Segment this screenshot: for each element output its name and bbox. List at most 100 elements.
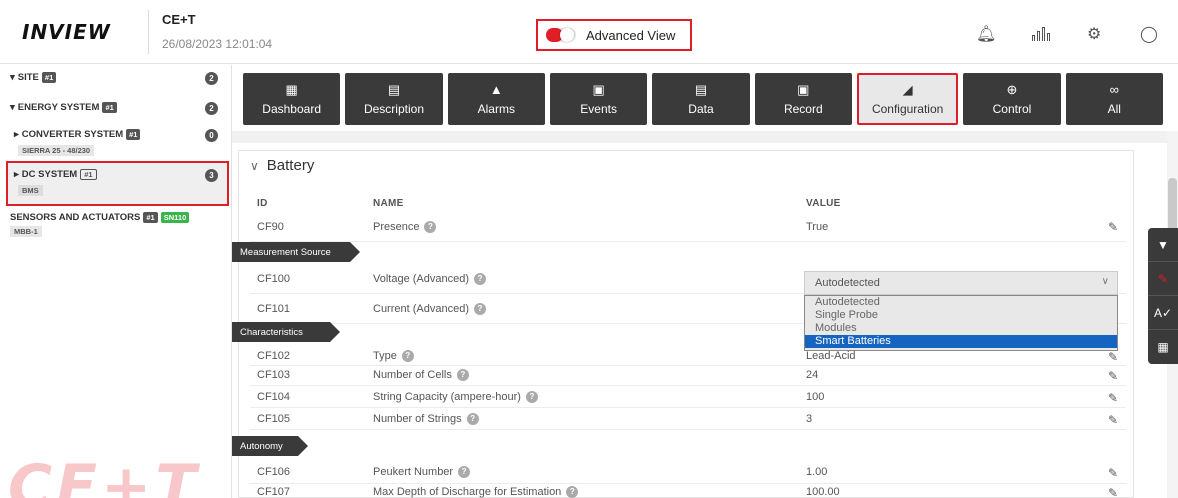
voltage-source-select[interactable]: Autodetected ∨ (804, 271, 1118, 295)
pencil-icon[interactable]: ✎ (1108, 391, 1118, 405)
pencil-icon[interactable]: ✎ (1108, 350, 1118, 364)
help-icon[interactable]: ? (474, 303, 486, 315)
spellcheck-icon[interactable]: A✓ (1148, 296, 1178, 330)
row-value: 24 (806, 369, 819, 381)
help-icon[interactable]: ? (458, 466, 471, 478)
help-icon[interactable]: ? (474, 273, 487, 285)
tree-item-sensors[interactable]: SENSORS AND ACTUATORS #1 SN110 (10, 212, 190, 223)
table-row: CF104 String Capacity (ampere-hour)? 100… (250, 388, 1126, 408)
grid-icon[interactable]: ▦ (1148, 330, 1178, 364)
tab-data[interactable]: ▤ Data (652, 73, 750, 125)
row-value: 100.00 (806, 486, 840, 498)
document-icon: ▤ (387, 81, 401, 97)
tree-label: CONVERTER SYSTEM (21, 129, 124, 140)
chevron-down-icon: ∨ (250, 158, 259, 173)
infinity-icon: ∞ (1109, 81, 1119, 97)
toggle-switch[interactable] (546, 28, 576, 42)
pencil-icon[interactable]: ✎ (1108, 466, 1118, 480)
row-value: Lead-Acid (806, 350, 856, 362)
section-title: Battery (266, 157, 315, 174)
row-id: CF100 (257, 273, 291, 285)
row-value: True (806, 221, 829, 233)
tab-events[interactable]: ▣ Events (549, 73, 648, 125)
row-id: CF104 (257, 391, 291, 403)
tree-item-dc-system[interactable] (6, 161, 229, 206)
table-row: CF107 Max Depth of Discharge for Estimat… (250, 484, 1126, 498)
watermark-logo: CE+T (8, 452, 201, 498)
converter-model: SIERRA 25 - 48/230 (18, 145, 95, 156)
tab-control[interactable]: ⊕ Control (963, 73, 1061, 125)
column-id: ID (257, 198, 268, 209)
sidebar: ▾ SITE #1 2 ▾ ENERGY SYSTEM #1 2 ▸ CONVE… (0, 65, 232, 498)
help-icon[interactable]: ? (525, 391, 538, 403)
row-name: Number of Strings? (373, 413, 479, 425)
advanced-view-toggle[interactable]: Advanced View (536, 19, 692, 51)
record-icon: ▣ (797, 81, 810, 97)
control-icon: ⊕ (1006, 81, 1018, 97)
row-name: Type? (373, 350, 414, 362)
tab-description[interactable]: ▤ Description (345, 73, 443, 125)
data-icon: ▤ (694, 81, 708, 97)
site-name: CE+T (162, 12, 196, 27)
bar-chart-icon[interactable] (1032, 27, 1050, 41)
tree-label: DC SYSTEM (21, 169, 78, 180)
help-icon[interactable]: ? (456, 369, 469, 381)
caret-right-icon: ▸ (14, 169, 19, 180)
dc-system-row[interactable]: ▸ DC SYSTEM #1 (14, 169, 97, 180)
user-icon[interactable]: ◯ (1140, 27, 1158, 43)
row-id: CF103 (257, 369, 291, 381)
option-single-probe[interactable]: Single Probe (805, 309, 1117, 322)
column-name: NAME (373, 198, 404, 209)
tree-tag: #1 (41, 72, 57, 83)
filter-icon[interactable]: ▼ (1148, 228, 1178, 262)
calendar-icon: ▣ (592, 81, 605, 97)
pencil-icon[interactable]: ✎ (1108, 486, 1118, 498)
voltage-source-options[interactable]: Autodetected Single Probe Modules Smart … (804, 295, 1118, 351)
row-id: CF105 (257, 413, 291, 425)
pencil-icon[interactable]: ✎ (1108, 369, 1118, 383)
count-badge: 2 (205, 102, 218, 115)
count-badge: 2 (205, 72, 218, 85)
row-name: Presence? (373, 221, 437, 233)
help-icon[interactable]: ? (566, 486, 579, 498)
row-name: Number of Cells? (373, 369, 469, 381)
group-banner: Autonomy (232, 436, 308, 456)
advanced-view-label: Advanced View (586, 27, 676, 43)
tree-label: SENSORS AND ACTUATORS (10, 212, 141, 223)
configuration-icon: ◢ (902, 81, 913, 97)
sn-tag: SN110 (160, 212, 190, 223)
tab-all[interactable]: ∞ All (1065, 73, 1163, 125)
row-value: 1.00 (806, 466, 828, 478)
app-logo: INVIEW (22, 20, 111, 44)
table-row: CF105 Number of Strings? 3 ✎ (250, 410, 1126, 430)
header-divider (148, 10, 149, 54)
tab-record[interactable]: ▣ Record (754, 73, 852, 125)
count-badge: 0 (205, 129, 218, 142)
pencil-icon[interactable]: ✎ (1108, 220, 1118, 234)
tool-rail: ▼ ✎ A✓ ▦ (1148, 228, 1178, 364)
dashboard-icon: ▦ (285, 81, 298, 97)
edit-icon[interactable]: ✎ (1148, 262, 1178, 296)
chevron-down-icon: ∨ (1101, 276, 1109, 287)
tree-item-energy-system[interactable]: ▾ ENERGY SYSTEM #1 (10, 102, 117, 113)
help-icon[interactable]: ? (424, 221, 437, 233)
section-header[interactable]: ∨ Battery (250, 157, 314, 174)
help-icon[interactable]: ? (401, 350, 414, 362)
tab-alarms[interactable]: ▲ Alarms (447, 73, 545, 125)
tree-label: SITE (17, 72, 39, 83)
row-id: CF106 (257, 466, 291, 478)
sensors-sub: MBB-1 (10, 226, 42, 237)
tree-item-site[interactable]: ▾ SITE #1 (10, 72, 57, 83)
tree-item-converter-system[interactable]: ▸ CONVERTER SYSTEM #1 (14, 129, 141, 140)
gear-icon[interactable]: ⚙ (1087, 27, 1101, 43)
tab-configuration[interactable]: ◢ Configuration (856, 73, 959, 125)
bell-icon[interactable]: 🔔︎ (976, 27, 996, 43)
alarm-icon: ▲ (489, 81, 503, 97)
help-icon[interactable]: ? (466, 413, 479, 425)
option-smart-batteries[interactable]: Smart Batteries (805, 335, 1117, 348)
tree-label: ENERGY SYSTEM (17, 102, 100, 113)
pencil-icon[interactable]: ✎ (1108, 413, 1118, 427)
option-modules[interactable]: Modules (805, 322, 1117, 335)
option-autodetected[interactable]: Autodetected (805, 296, 1117, 309)
tab-dashboard[interactable]: ▦ Dashboard (243, 73, 341, 125)
